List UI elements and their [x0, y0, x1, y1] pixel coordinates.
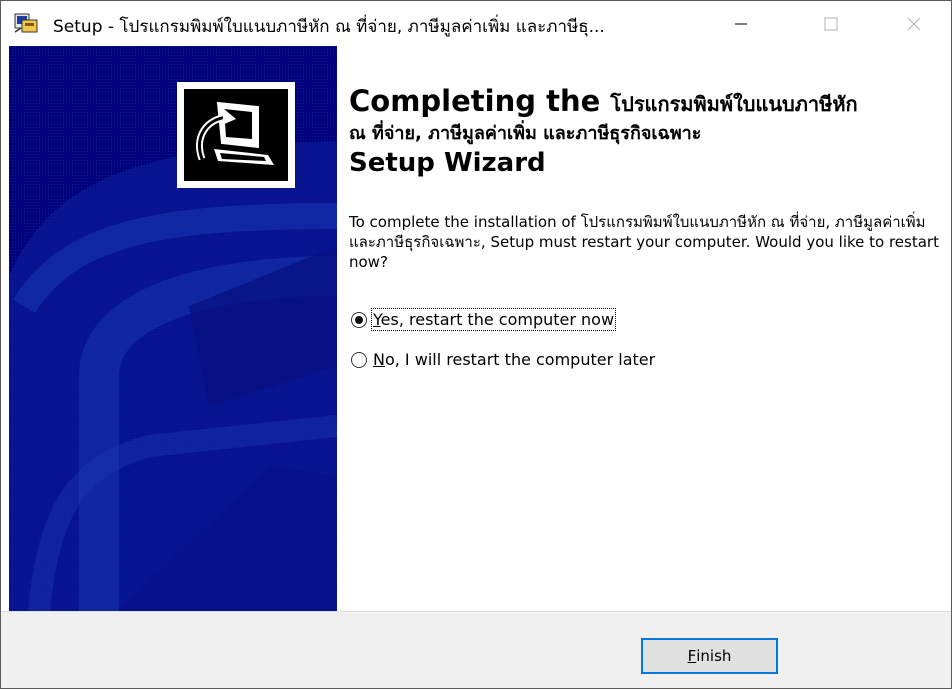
restart-later-option[interactable]: No, I will restart the computer later	[351, 349, 656, 370]
heading-program-name: โปรแกรมพิมพ์ใบแนบภาษีหัก	[610, 92, 858, 116]
restart-now-option[interactable]: Yes, restart the computer now	[351, 308, 617, 331]
wizard-sidebar-image	[9, 46, 337, 611]
wizard-logo-frame	[177, 82, 295, 188]
wizard-footer: Finish	[1, 611, 951, 688]
title-bar[interactable]: Setup - โปรแกรมพิมพ์ใบแนบภาษีหัก ณ ที่จ่…	[1, 1, 951, 46]
finish-button[interactable]: Finish	[641, 638, 778, 674]
computer-install-icon	[184, 89, 288, 181]
restart-later-text: o, I will restart the computer later	[384, 350, 656, 369]
setup-wizard-window: Setup - โปรแกรมพิมพ์ใบแนบภาษีหัก ณ ที่จ่…	[0, 0, 952, 689]
wizard-heading: Completing the โปรแกรมพิมพ์ใบแนบภาษีหัก …	[349, 84, 939, 179]
minimize-icon	[735, 23, 747, 24]
heading-line-3: Setup Wizard	[349, 148, 546, 178]
restart-now-radio[interactable]	[351, 311, 367, 328]
restart-later-accelerator: N	[373, 350, 385, 369]
restart-description: To complete the installation of โปรแกรมพ…	[349, 213, 939, 271]
wizard-content: Completing the โปรแกรมพิมพ์ใบแนบภาษีหัก …	[337, 46, 951, 611]
restart-later-radio[interactable]	[351, 351, 367, 368]
close-button[interactable]	[884, 1, 944, 46]
heading-line-2: ณ ที่จ่าย, ภาษีมูลค่าเพิ่ม และภาษีธุรกิจ…	[349, 123, 702, 144]
heading-prefix: Completing the	[349, 84, 611, 118]
restart-now-label[interactable]: Yes, restart the computer now	[370, 308, 617, 331]
restart-now-text: es, restart the computer now	[380, 310, 615, 329]
maximize-icon	[824, 17, 838, 30]
setup-app-icon	[13, 11, 39, 35]
close-icon	[907, 17, 921, 30]
window-title: Setup - โปรแกรมพิมพ์ใบแนบภาษีหัก ณ ที่จ่…	[53, 17, 605, 37]
restart-now-accelerator: Y	[373, 310, 381, 329]
maximize-button[interactable]	[801, 1, 861, 46]
restart-later-label[interactable]: No, I will restart the computer later	[372, 349, 656, 370]
finish-text: inish	[696, 647, 732, 665]
heading-line-1: Completing the โปรแกรมพิมพ์ใบแนบภาษีหัก	[349, 84, 939, 121]
minimize-button[interactable]	[711, 1, 771, 46]
finish-accelerator: F	[687, 647, 697, 665]
